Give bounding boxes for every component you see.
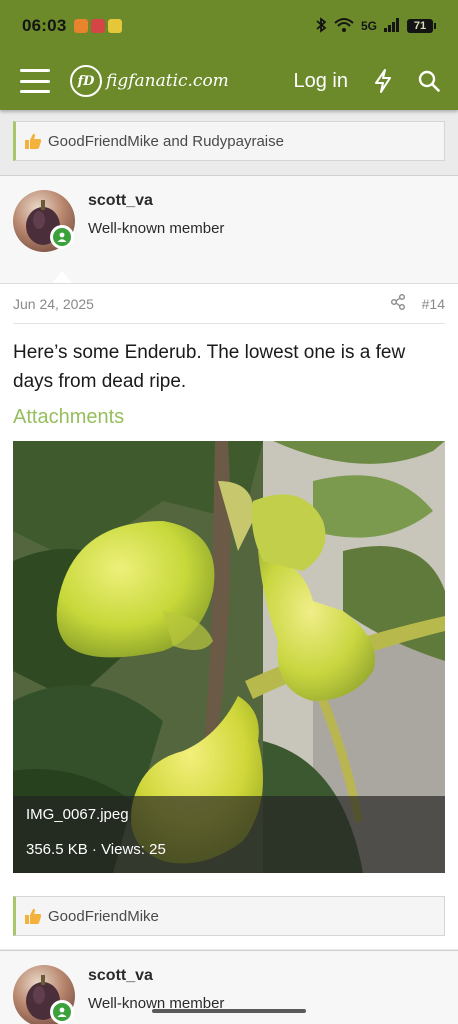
- menu-icon[interactable]: [20, 69, 50, 93]
- online-indicator: [50, 1000, 74, 1024]
- separator: ·: [91, 841, 102, 858]
- post-date[interactable]: Jun 24, 2025: [13, 296, 94, 312]
- attachment-info: 356.5 KB · Views: 25: [26, 841, 432, 858]
- reaction-users[interactable]: GoodFriendMike and Rudypayraise: [48, 133, 284, 150]
- login-link[interactable]: Log in: [294, 70, 349, 93]
- status-time: 06:03: [22, 16, 67, 35]
- user-icon: [53, 228, 71, 246]
- attachment-views: Views: 25: [101, 841, 166, 858]
- battery-icon: 71: [407, 19, 436, 33]
- post-meta: Jun 24, 2025 #14: [13, 284, 445, 324]
- network-label: 5G: [360, 19, 377, 33]
- status-bar: 06:03 5G 71: [0, 0, 458, 52]
- battery-level: 71: [407, 19, 433, 33]
- reaction-bar[interactable]: GoodFriendMike and Rudypayraise: [13, 121, 445, 161]
- user-title: Well-known member: [88, 220, 225, 237]
- logo-mark: fD: [70, 65, 102, 97]
- post-username[interactable]: scott_va: [88, 967, 153, 985]
- whats-new-bolt-icon[interactable]: [374, 69, 392, 93]
- reaction-users[interactable]: GoodFriendMike: [48, 908, 159, 925]
- attachment-filename: IMG_0067.jpeg: [26, 806, 129, 823]
- attachments-heading: Attachments: [13, 406, 125, 428]
- bluetooth-icon: [315, 16, 327, 36]
- search-icon[interactable]: [418, 70, 440, 92]
- post-author: scott_va Well-known member: [0, 176, 458, 284]
- share-icon[interactable]: [390, 294, 406, 313]
- post-author: scott_va Well-known member: [0, 951, 458, 1024]
- signal-icon: [384, 17, 400, 35]
- like-icon: [24, 132, 42, 150]
- post-body: Here’s some Enderub. The lowest one is a…: [13, 342, 406, 392]
- attachment-size: 356.5 KB: [26, 841, 88, 858]
- site-header: fD figfanatic.com Log in: [0, 52, 458, 110]
- user-icon: [53, 1003, 71, 1021]
- attachment-overlay: IMG_0067.jpeg 356.5 KB · Views: 25: [13, 796, 445, 873]
- wifi-icon: [334, 17, 354, 36]
- app-notification-icon: [108, 19, 123, 33]
- like-icon: [24, 907, 42, 925]
- post-number[interactable]: #14: [422, 296, 445, 312]
- app-notification-icon: [74, 19, 89, 33]
- site-logo[interactable]: fD figfanatic.com: [70, 65, 229, 97]
- reaction-bar[interactable]: GoodFriendMike: [13, 896, 445, 936]
- attachment-thumbnail[interactable]: IMG_0067.jpeg 356.5 KB · Views: 25: [13, 441, 445, 873]
- home-indicator[interactable]: [152, 1009, 306, 1013]
- online-indicator: [50, 225, 74, 249]
- app-notification-icon: [91, 19, 106, 33]
- post-username[interactable]: scott_va: [88, 192, 153, 210]
- logo-text: figfanatic.com: [106, 71, 229, 91]
- author-caret: [52, 271, 72, 283]
- notification-icons: [74, 19, 123, 33]
